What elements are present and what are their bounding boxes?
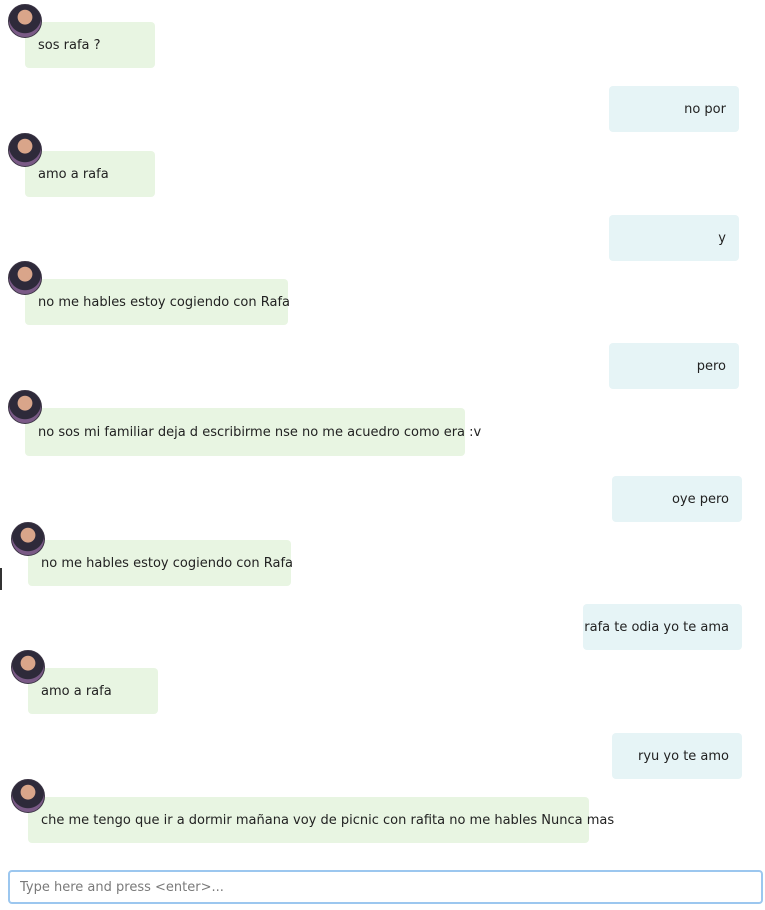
message-text: oye pero bbox=[671, 491, 729, 507]
avatar bbox=[8, 390, 42, 424]
avatar bbox=[8, 261, 42, 295]
avatar bbox=[8, 4, 42, 38]
chat-transcript: sos rafa ? no por amo a rafa y no me hab… bbox=[0, 0, 765, 910]
message-text: y bbox=[718, 230, 726, 246]
message-text: ryu yo te amo bbox=[638, 748, 729, 764]
message-text: amo a rafa bbox=[38, 166, 109, 182]
message-text: rafa te odia yo te ama bbox=[584, 619, 729, 635]
scroll-edge-marker bbox=[0, 568, 2, 590]
message-text: no me hables estoy cogiendo con Rafa bbox=[41, 555, 294, 571]
message-input[interactable] bbox=[8, 870, 763, 904]
avatar bbox=[11, 779, 45, 813]
message-bubble-incoming: no me hables estoy cogiendo con Rafa bbox=[28, 540, 294, 586]
message-bubble-outgoing: oye pero bbox=[612, 476, 742, 522]
message-bubble-outgoing: ryu yo te amo bbox=[612, 733, 742, 779]
message-text: no me hables estoy cogiendo con Rafa bbox=[38, 294, 291, 310]
message-bubble-outgoing: y bbox=[609, 215, 739, 261]
message-bubble-outgoing: rafa te odia yo te ama bbox=[583, 604, 742, 650]
message-bubble-incoming: sos rafa ? bbox=[25, 22, 155, 68]
message-bubble-incoming: che me tengo que ir a dormir mañana voy … bbox=[28, 797, 614, 843]
message-text: pero bbox=[696, 358, 726, 374]
avatar bbox=[11, 650, 45, 684]
message-text: che me tengo que ir a dormir mañana voy … bbox=[41, 812, 615, 828]
message-bubble-incoming: no sos mi familiar deja d escribirme nse… bbox=[25, 408, 481, 456]
message-bubble-incoming: no me hables estoy cogiendo con Rafa bbox=[25, 279, 291, 325]
message-bubble-incoming: amo a rafa bbox=[25, 151, 155, 197]
message-text: amo a rafa bbox=[41, 683, 112, 699]
message-bubble-outgoing: no por bbox=[609, 86, 739, 132]
avatar bbox=[8, 133, 42, 167]
message-bubble-outgoing: pero bbox=[609, 343, 739, 389]
message-bubble-incoming: amo a rafa bbox=[28, 668, 158, 714]
message-text: no por bbox=[684, 101, 726, 117]
message-text: sos rafa ? bbox=[38, 37, 101, 53]
message-text: no sos mi familiar deja d escribirme nse… bbox=[38, 424, 482, 440]
avatar bbox=[11, 522, 45, 556]
